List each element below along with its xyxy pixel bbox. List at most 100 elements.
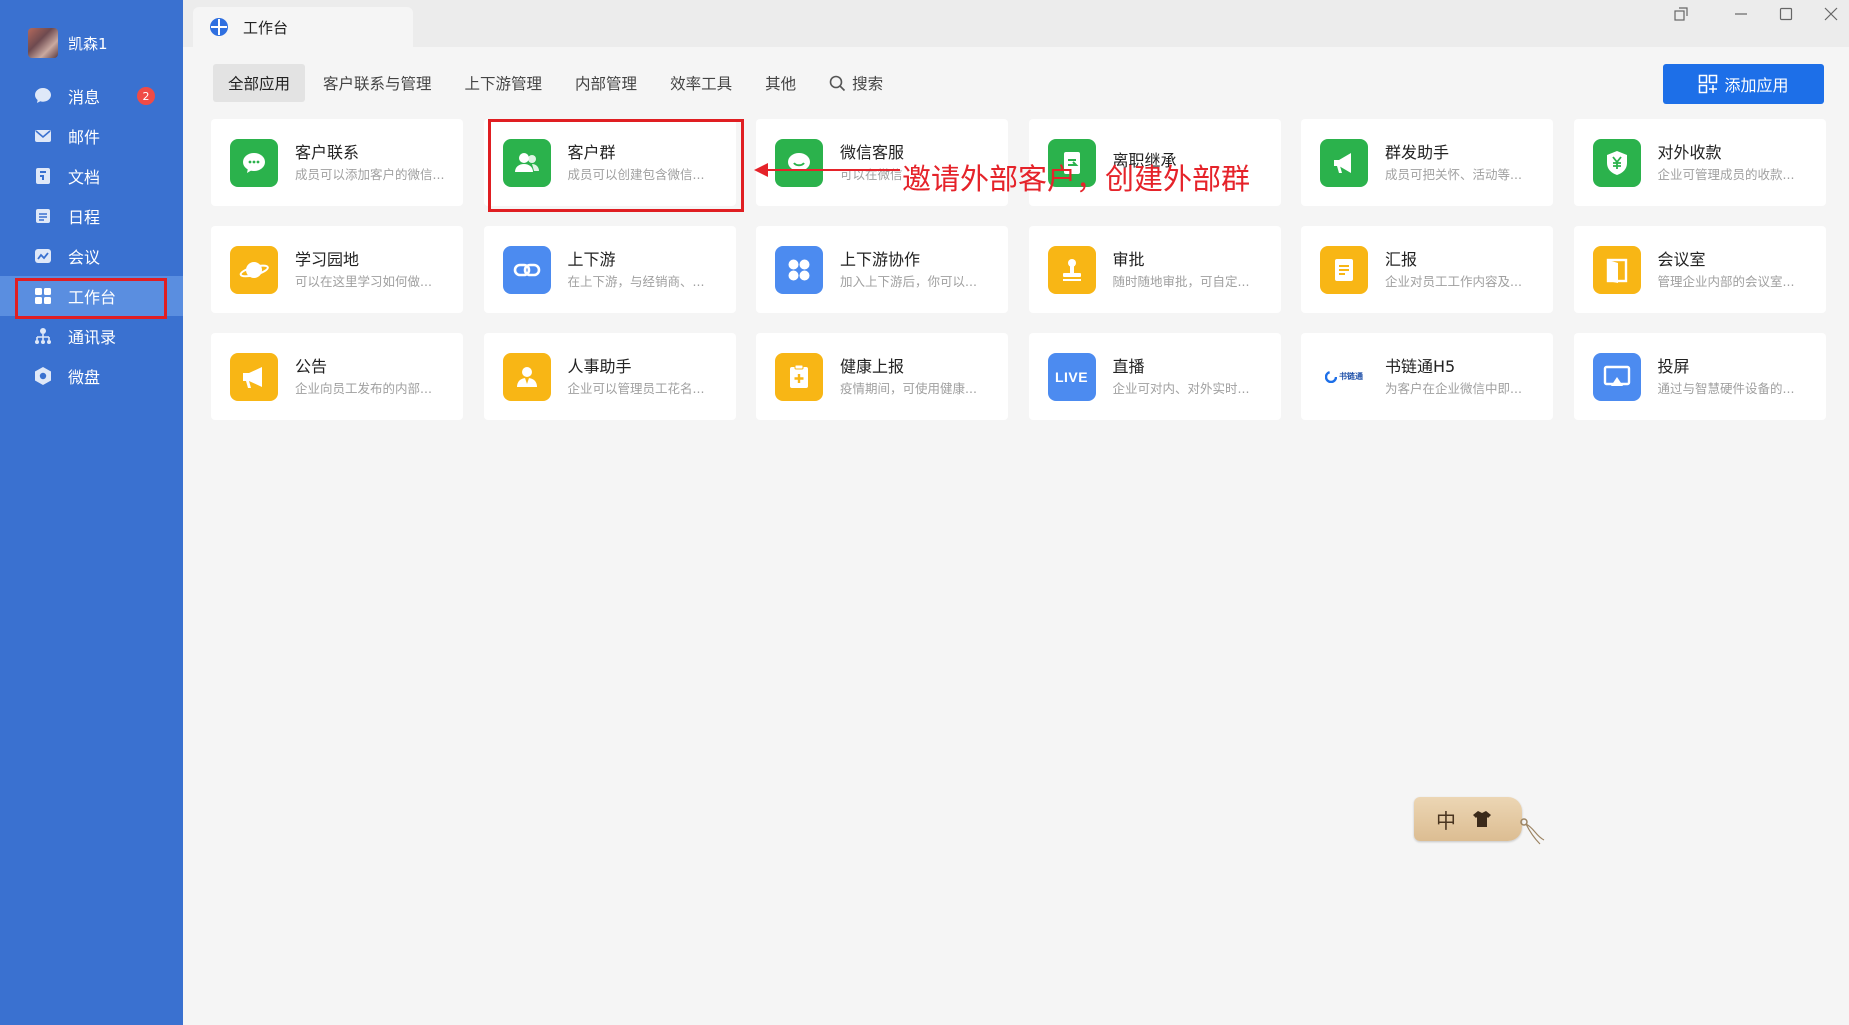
app-desc: 在上下游，与经销商、...: [567, 273, 705, 289]
sidebar-item-meeting[interactable]: 会议: [0, 236, 183, 276]
app-title: 上下游协作: [840, 249, 921, 269]
shuliantong-logo-icon: 书链通: [1320, 352, 1368, 401]
app-card-approval[interactable]: 审批 随时随地审批，可自定...: [1028, 226, 1281, 313]
add-app-icon: [1699, 74, 1718, 94]
sidebar-item-label: 消息: [68, 88, 101, 107]
tab-workbench[interactable]: 工作台: [193, 7, 413, 47]
sidebar-item-label: 工作台: [68, 288, 117, 307]
app-card-external-payment[interactable]: 对外收款企业可管理成员的收款...: [1573, 119, 1826, 206]
ime-tag-string-icon: [1520, 818, 1545, 845]
app-card-supply-chain-collab[interactable]: 上下游协作加入上下游后，你可以...: [756, 226, 1008, 313]
app-desc: 管理企业内部的会议室...: [1657, 273, 1795, 289]
app-title: 上下游: [567, 249, 616, 269]
sidebar-item-mail[interactable]: 邮件: [0, 116, 183, 156]
tab-supply-chain[interactable]: 上下游管理: [450, 64, 558, 102]
search-icon: [829, 75, 846, 91]
pop-out-icon[interactable]: [1666, 2, 1696, 26]
hr-person-icon: [502, 352, 551, 401]
app-card-hr-assistant[interactable]: 人事助手 企业可以管理员工花名...: [483, 333, 736, 420]
door-icon: [1592, 245, 1641, 294]
wechat-bubble-icon: [230, 138, 278, 187]
app-card-announcement[interactable]: 公告 企业向员工发布的内部...: [211, 333, 463, 420]
app-title: 客户联系: [295, 142, 360, 162]
minimize-icon[interactable]: [1726, 2, 1756, 26]
tab-efficiency-tools[interactable]: 效率工具: [655, 64, 747, 102]
app-desc: 企业可管理成员的收款...: [1657, 166, 1795, 182]
profile[interactable]: 凯森1: [28, 28, 108, 58]
chain-link-icon: [502, 245, 551, 294]
workbench-tab-icon: [210, 18, 228, 36]
app-card-shulian-h5[interactable]: 书链通 书链通H5 为客户在企业微信中即...: [1301, 333, 1553, 420]
unread-badge: 2: [137, 87, 155, 105]
app-title: 健康上报: [840, 356, 905, 376]
app-desc: 企业对员工工作内容及...: [1385, 273, 1522, 289]
tab-all-apps[interactable]: 全部应用: [213, 64, 306, 102]
app-title: 直播: [1112, 356, 1145, 376]
app-desc: 成员可以创建包含微信...: [567, 166, 705, 182]
app-title: 书链通H5: [1385, 356, 1456, 376]
app-desc: 加入上下游后，你可以...: [840, 273, 977, 289]
calendar-icon: [32, 205, 54, 227]
sidebar-item-contacts[interactable]: 通讯录: [0, 316, 183, 356]
shulian-logo-text: 书链通: [1339, 372, 1363, 381]
sidebar-item-calendar[interactable]: 日程: [0, 196, 183, 236]
app-card-customer-group[interactable]: 客户群成员可以创建包含微信...: [483, 119, 736, 206]
customer-group-icon: [502, 138, 551, 187]
sidebar-item-messages[interactable]: 消息 2: [0, 76, 183, 116]
tab-customer-management[interactable]: 客户联系与管理: [308, 64, 447, 102]
tab-other[interactable]: 其他: [750, 64, 811, 102]
sidebar-item-label: 会议: [68, 248, 101, 267]
screen-cast-icon: [1592, 352, 1641, 401]
app-card-screen-cast[interactable]: 投屏通过与智慧硬件设备的...: [1573, 333, 1826, 420]
sidebar-item-label: 日程: [68, 208, 101, 227]
app-title: 人事助手: [567, 356, 632, 376]
workbench-icon: [32, 285, 54, 307]
app-title: 会议室: [1657, 249, 1706, 269]
annotation-text: 邀请外部客户，创建外部群: [902, 162, 1251, 196]
planet-icon: [230, 245, 278, 294]
app-desc: 为客户在企业微信中即...: [1385, 380, 1522, 396]
app-card-health-report[interactable]: 健康上报 疫情期间，可使用健康...: [756, 333, 1008, 420]
app-desc: 随时随地审批，可自定...: [1112, 273, 1250, 289]
app-title: 对外收款: [1657, 142, 1722, 162]
app-card-supply-chain[interactable]: 上下游在上下游，与经销商、...: [483, 226, 736, 313]
yuan-shield-icon: [1592, 138, 1641, 187]
profile-name: 凯森1: [68, 34, 108, 53]
meeting-icon: [32, 245, 54, 267]
sidebar-item-drive[interactable]: 微盘: [0, 356, 183, 396]
app-title: 投屏: [1657, 356, 1690, 376]
contacts-icon: [32, 325, 54, 347]
megaphone-icon: [1320, 138, 1368, 187]
drive-icon: [32, 365, 54, 387]
app-desc: 成员可把关怀、活动等...: [1385, 166, 1522, 182]
avatar[interactable]: [28, 28, 58, 58]
tab-internal-management[interactable]: 内部管理: [560, 64, 652, 102]
category-tabs: 全部应用 客户联系与管理 上下游管理 内部管理 效率工具 其他 搜索: [213, 64, 901, 102]
stamp-icon: [1047, 245, 1096, 294]
search-button[interactable]: 搜索: [814, 64, 898, 102]
app-title: 客户群: [567, 142, 616, 162]
app-desc: 成员可以添加客户的微信...: [295, 166, 445, 182]
ime-status-tag[interactable]: 中: [1414, 797, 1522, 841]
app-card-meeting-room[interactable]: 会议室管理企业内部的会议室...: [1573, 226, 1826, 313]
app-card-live[interactable]: LIVE 直播 企业可对内、对外实时...: [1028, 333, 1281, 420]
search-label: 搜索: [852, 75, 884, 93]
app-card-customer-contact[interactable]: 客户联系成员可以添加客户的微信...: [211, 119, 463, 206]
sidebar-item-label: 通讯录: [68, 328, 117, 347]
sidebar-item-workbench[interactable]: 工作台: [0, 276, 183, 316]
app-desc: 可以在这里学习如何做...: [295, 273, 432, 289]
app-desc: 通过与智慧硬件设备的...: [1657, 380, 1795, 396]
app-card-learning-garden[interactable]: 学习园地 可以在这里学习如何做...: [211, 226, 463, 313]
app-card-mass-messaging[interactable]: 群发助手 成员可把关怀、活动等...: [1301, 119, 1553, 206]
announcement-icon: [230, 352, 278, 401]
app-card-report[interactable]: 汇报企业对员工工作内容及...: [1301, 226, 1553, 313]
ime-skin-icon: [1473, 811, 1491, 827]
app-desc: 企业向员工发布的内部...: [295, 380, 432, 396]
close-icon[interactable]: [1816, 2, 1846, 26]
report-icon: [1320, 245, 1368, 294]
app-title: 汇报: [1385, 249, 1418, 269]
mail-icon: [32, 125, 54, 147]
maximize-icon[interactable]: [1771, 2, 1801, 26]
add-app-button[interactable]: 添加应用: [1663, 64, 1824, 104]
sidebar-item-docs[interactable]: 文档: [0, 156, 183, 196]
